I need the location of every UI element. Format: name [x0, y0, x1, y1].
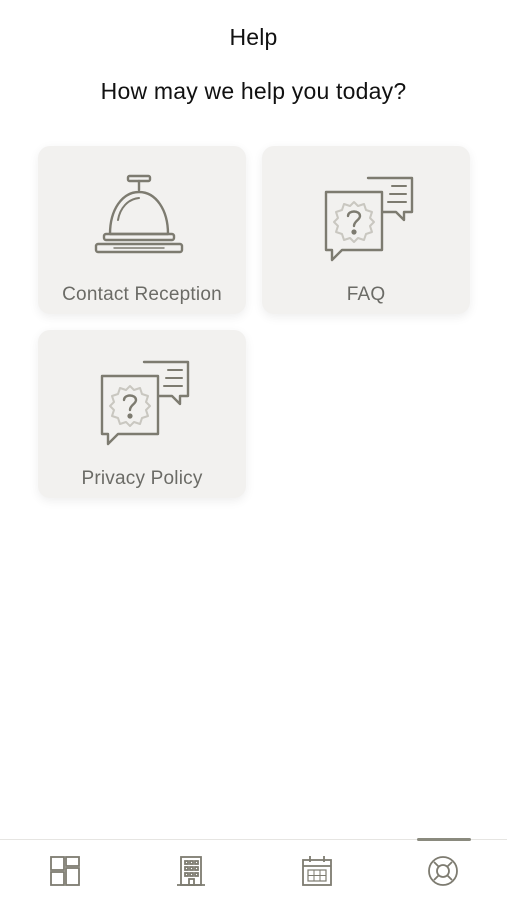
page-title: Help: [229, 24, 278, 50]
faq-chat-icon: [316, 172, 416, 272]
reception-bell-icon: [92, 172, 192, 272]
contact-reception-card[interactable]: Contact Reception: [38, 146, 246, 314]
page-subtitle: How may we help you today?: [100, 78, 407, 104]
faq-card[interactable]: FAQ: [262, 146, 470, 314]
contact-reception-label: Contact Reception: [62, 284, 222, 305]
dashboard-icon: [50, 855, 80, 886]
faq-label: FAQ: [346, 284, 386, 305]
nav-hotel[interactable]: [128, 840, 254, 901]
bottom-navigation: [0, 838, 507, 901]
nav-dashboard[interactable]: [2, 840, 128, 901]
lifebuoy-help-icon: [428, 855, 458, 886]
nav-help[interactable]: [380, 840, 506, 901]
calendar-icon: [302, 855, 332, 886]
privacy-policy-card[interactable]: Privacy Policy: [38, 330, 246, 498]
hotel-building-icon: [177, 855, 205, 886]
nav-calendar[interactable]: [254, 840, 380, 901]
privacy-policy-label: Privacy Policy: [81, 468, 203, 489]
privacy-chat-icon: [92, 356, 192, 456]
